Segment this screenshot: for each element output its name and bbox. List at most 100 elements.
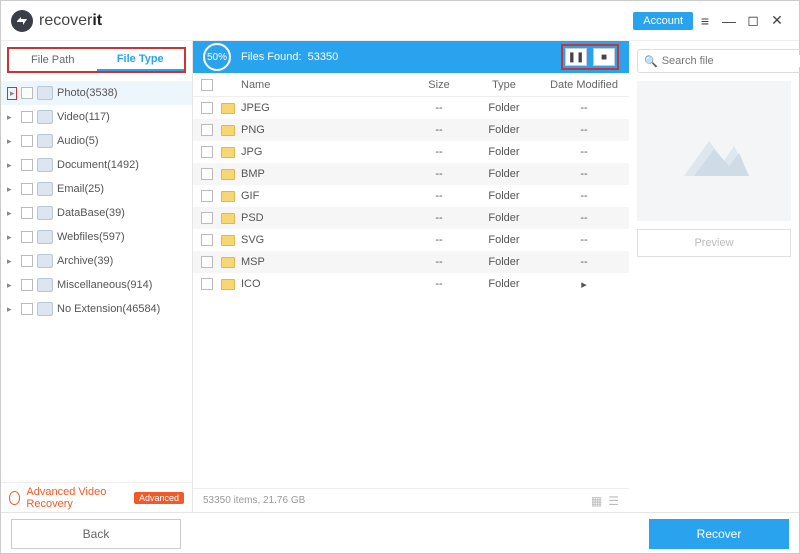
category-row[interactable]: ▸ Email(25) bbox=[1, 177, 192, 201]
chevron-right-icon[interactable]: ▸ bbox=[7, 304, 17, 315]
row-checkbox[interactable] bbox=[201, 212, 213, 224]
category-row[interactable]: ▸Document(1492) bbox=[1, 153, 192, 177]
category-checkbox[interactable] bbox=[21, 279, 33, 291]
category-row[interactable]: ▸ No Extension(46584) bbox=[1, 297, 192, 321]
category-checkbox[interactable] bbox=[21, 111, 33, 123]
table-row[interactable]: BMP--Folder-- bbox=[193, 163, 629, 185]
category-row[interactable]: ▸ Archive(39) bbox=[1, 249, 192, 273]
back-button[interactable]: Back bbox=[11, 519, 181, 549]
row-checkbox[interactable] bbox=[201, 256, 213, 268]
list-view-icon[interactable]: ☰ bbox=[608, 494, 619, 508]
folder-icon bbox=[221, 169, 235, 180]
table-row[interactable]: MSP--Folder-- bbox=[193, 251, 629, 273]
category-row[interactable]: ▸ Audio(5) bbox=[1, 129, 192, 153]
table-row[interactable]: PNG--Folder-- bbox=[193, 119, 629, 141]
row-checkbox[interactable] bbox=[201, 146, 213, 158]
search-box[interactable]: 🔍 bbox=[637, 49, 800, 73]
folder-icon bbox=[221, 147, 235, 158]
logo-icon bbox=[11, 10, 33, 32]
logo-text: recoverit bbox=[39, 12, 102, 30]
close-icon[interactable]: ✕ bbox=[765, 12, 789, 29]
row-checkbox[interactable] bbox=[201, 102, 213, 114]
table-row[interactable]: SVG--Folder-- bbox=[193, 229, 629, 251]
category-icon bbox=[37, 86, 53, 100]
chevron-right-icon[interactable]: ▸ bbox=[7, 136, 17, 147]
chevron-right-icon[interactable]: ▸ bbox=[7, 280, 17, 291]
recover-button[interactable]: Recover bbox=[649, 519, 789, 549]
preview-area bbox=[637, 81, 791, 221]
cell-type: Folder bbox=[469, 278, 539, 290]
file-table: JPEG--Folder--PNG--Folder--JPG--Folder--… bbox=[193, 97, 629, 488]
table-row[interactable]: JPG--Folder-- bbox=[193, 141, 629, 163]
cell-date: -- bbox=[539, 190, 629, 202]
cell-name: MSP bbox=[241, 256, 409, 268]
category-row[interactable]: ▸Video(117) bbox=[1, 105, 192, 129]
category-checkbox[interactable] bbox=[21, 207, 33, 219]
status-bar: 53350 items, 21.76 GB ▦ ☰ bbox=[193, 488, 629, 512]
grid-view-icon[interactable]: ▦ bbox=[591, 494, 602, 508]
chevron-right-icon[interactable]: ▸ bbox=[7, 87, 17, 100]
category-checkbox[interactable] bbox=[21, 135, 33, 147]
category-checkbox[interactable] bbox=[21, 303, 33, 315]
category-checkbox[interactable] bbox=[21, 87, 33, 99]
category-checkbox[interactable] bbox=[21, 255, 33, 267]
table-header: Name Size Type Date Modified bbox=[193, 73, 629, 97]
row-checkbox[interactable] bbox=[201, 124, 213, 136]
category-tree: ▸Photo(3538)▸Video(117)▸Audio(5)▸Documen… bbox=[1, 79, 192, 482]
category-label: Archive(39) bbox=[57, 255, 113, 267]
category-row[interactable]: ▸Miscellaneous(914) bbox=[1, 273, 192, 297]
row-checkbox[interactable] bbox=[201, 278, 213, 290]
table-row[interactable]: JPEG--Folder-- bbox=[193, 97, 629, 119]
chevron-right-icon[interactable]: ▸ bbox=[7, 112, 17, 123]
pause-button[interactable]: ❚❚ bbox=[565, 48, 587, 66]
category-row[interactable]: ▸Photo(3538) bbox=[1, 81, 192, 105]
advanced-video-recovery[interactable]: Advanced Video Recovery Advanced bbox=[1, 482, 192, 512]
folder-icon bbox=[221, 125, 235, 136]
tab-file-type[interactable]: File Type bbox=[97, 49, 185, 71]
category-icon bbox=[37, 110, 53, 124]
cell-type: Folder bbox=[469, 168, 539, 180]
cell-name: PNG bbox=[241, 124, 409, 136]
row-checkbox[interactable] bbox=[201, 168, 213, 180]
cell-size: -- bbox=[409, 278, 469, 290]
minimize-icon[interactable]: — bbox=[717, 13, 741, 29]
header-type[interactable]: Type bbox=[469, 79, 539, 91]
row-checkbox[interactable] bbox=[201, 234, 213, 246]
table-row[interactable]: GIF--Folder-- bbox=[193, 185, 629, 207]
header-size[interactable]: Size bbox=[409, 79, 469, 91]
category-label: Audio(5) bbox=[57, 135, 99, 147]
stop-button[interactable]: ■ bbox=[593, 48, 615, 66]
cell-size: -- bbox=[409, 234, 469, 246]
select-all-checkbox[interactable] bbox=[201, 79, 213, 91]
category-checkbox[interactable] bbox=[21, 159, 33, 171]
header-date[interactable]: Date Modified bbox=[539, 79, 629, 91]
header-name[interactable]: Name bbox=[241, 79, 409, 91]
cell-size: -- bbox=[409, 124, 469, 136]
chevron-right-icon[interactable]: ▸ bbox=[7, 256, 17, 267]
category-checkbox[interactable] bbox=[21, 231, 33, 243]
tab-file-path[interactable]: File Path bbox=[9, 49, 97, 71]
chevron-right-icon[interactable]: ▸ bbox=[7, 232, 17, 243]
category-row[interactable]: ▸DataBase(39) bbox=[1, 201, 192, 225]
row-checkbox[interactable] bbox=[201, 190, 213, 202]
preview-button[interactable]: Preview bbox=[637, 229, 791, 257]
account-button[interactable]: Account bbox=[633, 12, 693, 30]
files-found-label: Files Found: 53350 bbox=[241, 51, 338, 63]
chevron-right-icon[interactable]: ▸ bbox=[7, 184, 17, 195]
menu-icon[interactable]: ≡ bbox=[693, 13, 717, 29]
folder-icon bbox=[221, 235, 235, 246]
cell-name: ICO bbox=[241, 278, 409, 290]
category-label: No Extension(46584) bbox=[57, 303, 160, 315]
cell-type: Folder bbox=[469, 190, 539, 202]
chevron-right-icon[interactable]: ▸ bbox=[7, 160, 17, 171]
cell-date: ▸ bbox=[539, 278, 629, 291]
search-input[interactable] bbox=[662, 55, 800, 67]
cell-type: Folder bbox=[469, 234, 539, 246]
category-row[interactable]: ▸Webfiles(597) bbox=[1, 225, 192, 249]
table-row[interactable]: PSD--Folder-- bbox=[193, 207, 629, 229]
category-checkbox[interactable] bbox=[21, 183, 33, 195]
category-label: Email(25) bbox=[57, 183, 104, 195]
maximize-icon[interactable]: ◻ bbox=[741, 12, 765, 29]
table-row[interactable]: ICO--Folder▸ bbox=[193, 273, 629, 295]
chevron-right-icon[interactable]: ▸ bbox=[7, 208, 17, 219]
